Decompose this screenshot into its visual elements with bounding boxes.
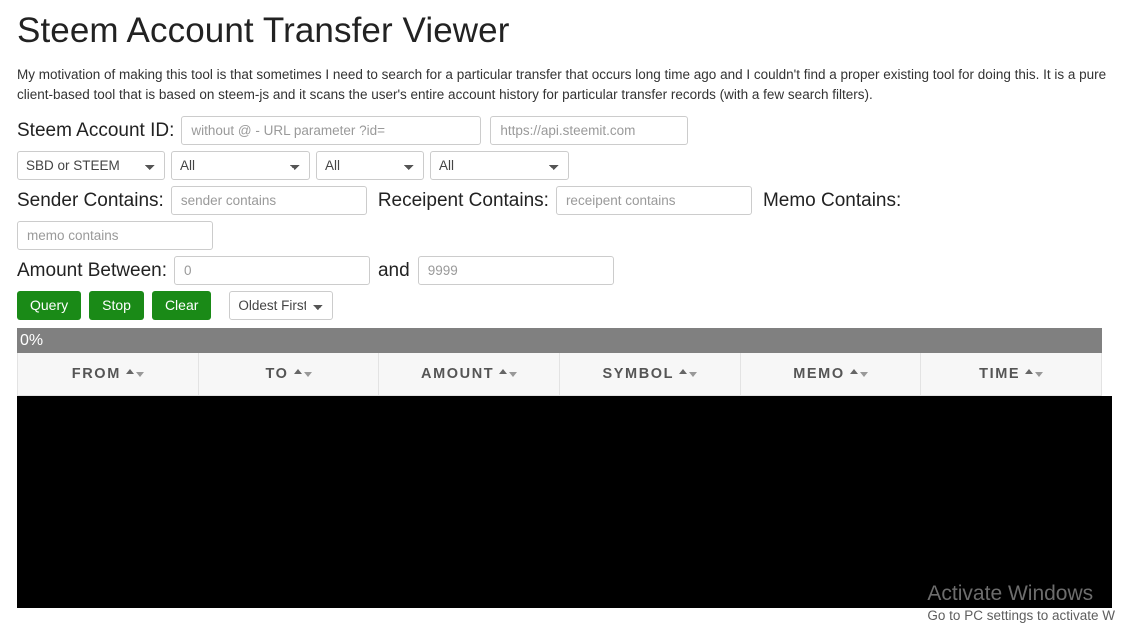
column-header-symbol[interactable]: SYMBOL <box>558 353 741 397</box>
sort-descending-icon[interactable] <box>689 372 698 378</box>
currency-select[interactable]: SBD or STEEM <box>17 151 165 181</box>
api-node-input[interactable] <box>490 116 689 146</box>
column-label-amount: AMOUNT <box>421 366 495 383</box>
sort-order-select[interactable]: Oldest First <box>229 291 334 321</box>
sort-controls-time[interactable] <box>1025 365 1044 381</box>
column-header-to[interactable]: TO <box>197 353 380 397</box>
sort-ascending-icon[interactable] <box>849 369 858 375</box>
intro-paragraph: My motivation of making this tool is tha… <box>17 66 1107 103</box>
sort-controls-to[interactable] <box>293 365 312 381</box>
recipient-contains-label: Receipent Contains: <box>377 189 549 211</box>
results-table: FROM TO AMOUNT SYMBOL MEMO TIME <box>17 353 1102 397</box>
sort-descending-icon[interactable] <box>303 372 312 378</box>
sort-ascending-icon[interactable] <box>499 369 508 375</box>
clear-button[interactable]: Clear <box>151 291 212 321</box>
sort-descending-icon[interactable] <box>135 372 144 378</box>
sort-ascending-icon[interactable] <box>125 369 134 375</box>
filter-2-select[interactable]: All <box>316 151 424 181</box>
memo-contains-label: Memo Contains: <box>762 189 902 211</box>
progress-bar: 0% <box>17 328 1102 354</box>
stop-button[interactable]: Stop <box>89 291 144 321</box>
account-id-label: Steem Account ID: <box>17 119 175 141</box>
column-label-memo: MEMO <box>793 366 845 383</box>
sort-ascending-icon[interactable] <box>1025 369 1034 375</box>
amount-and-label: and <box>377 259 410 281</box>
amount-max-input[interactable] <box>417 256 614 286</box>
sort-descending-icon[interactable] <box>1035 372 1044 378</box>
sort-controls-memo[interactable] <box>849 365 868 381</box>
amount-row: Amount Between: and <box>17 256 1126 286</box>
sort-controls-from[interactable] <box>125 365 144 381</box>
column-label-from: FROM <box>71 366 121 383</box>
account-id-input[interactable] <box>181 116 482 146</box>
query-button[interactable]: Query <box>17 291 82 321</box>
actions-row: Query Stop Clear Oldest First <box>17 291 1126 321</box>
results-table-wrap: FROM TO AMOUNT SYMBOL MEMO TIME <box>17 353 1102 397</box>
amount-between-label: Amount Between: <box>17 259 167 281</box>
sort-descending-icon[interactable] <box>859 372 868 378</box>
sort-ascending-icon[interactable] <box>679 369 688 375</box>
memo-contains-input[interactable] <box>17 221 213 251</box>
contains-row: Sender Contains: Receipent Contains: Mem… <box>17 186 1126 216</box>
column-header-memo[interactable]: MEMO <box>739 353 922 397</box>
sender-contains-input[interactable] <box>170 186 367 216</box>
column-header-amount[interactable]: AMOUNT <box>378 353 560 397</box>
recipient-contains-input[interactable] <box>555 186 752 216</box>
column-header-from[interactable]: FROM <box>17 353 199 397</box>
column-label-time: TIME <box>979 366 1021 383</box>
results-header-row: FROM TO AMOUNT SYMBOL MEMO TIME <box>17 353 1102 397</box>
sender-contains-label: Sender Contains: <box>17 189 164 211</box>
filter-3-select[interactable]: All <box>430 151 569 181</box>
sort-descending-icon[interactable] <box>509 372 518 378</box>
results-table-body-empty <box>17 396 1112 609</box>
filters-row: SBD or STEEM All All All <box>17 151 1126 181</box>
progress-percent-label: 0% <box>20 332 44 350</box>
results-table-head: FROM TO AMOUNT SYMBOL MEMO TIME <box>17 353 1102 397</box>
page-title: Steem Account Transfer Viewer <box>17 11 510 50</box>
filter-1-select[interactable]: All <box>171 151 310 181</box>
column-label-symbol: SYMBOL <box>602 366 675 383</box>
sort-controls-symbol[interactable] <box>679 365 698 381</box>
account-row: Steem Account ID: <box>17 116 1126 146</box>
sort-ascending-icon[interactable] <box>293 369 302 375</box>
app-root: Steem Account Transfer Viewer My motivat… <box>0 11 1143 609</box>
watermark-subtitle: Go to PC settings to activate W <box>927 608 1115 623</box>
column-header-time[interactable]: TIME <box>920 353 1102 397</box>
amount-min-input[interactable] <box>173 256 370 286</box>
sort-controls-amount[interactable] <box>499 365 518 381</box>
memo-input-row <box>17 221 1126 251</box>
column-label-to: TO <box>265 366 289 383</box>
